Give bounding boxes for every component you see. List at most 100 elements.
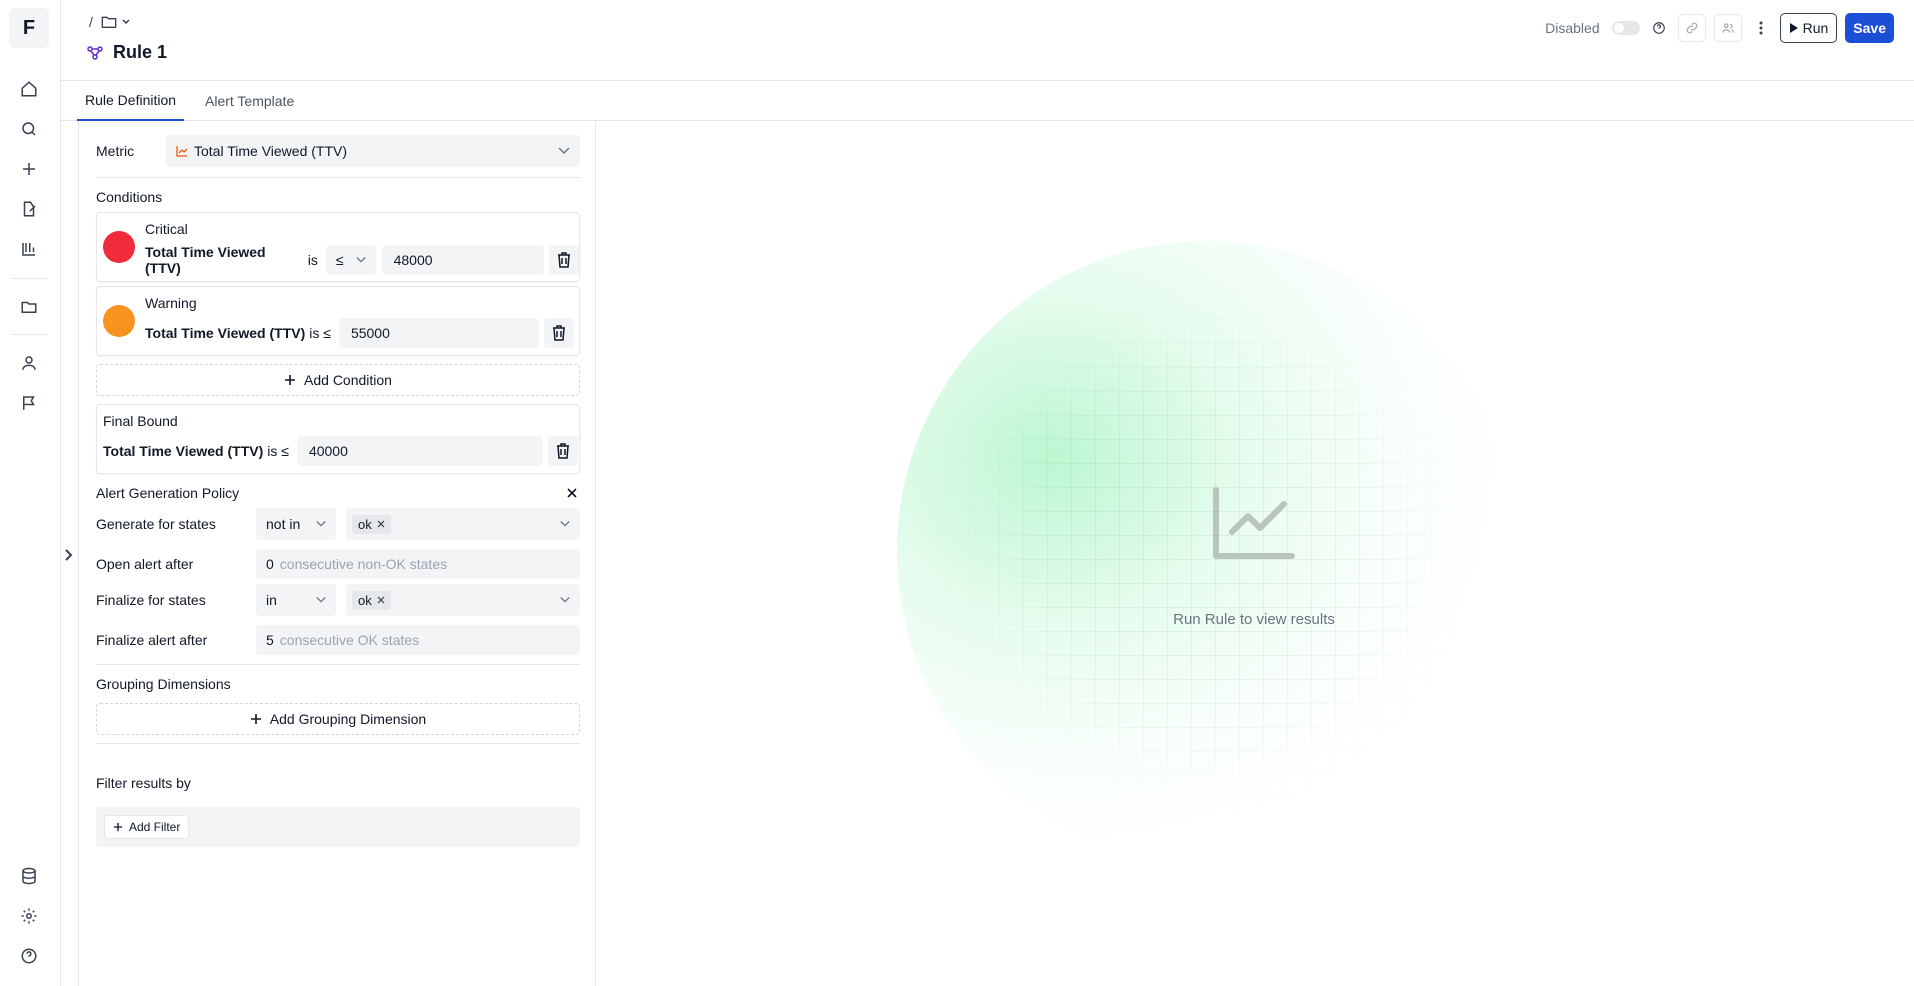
results-panel: Run Rule to view results [597,121,1914,986]
condition-card-warning: Warning Total Time Viewed (TTV) is ≤ 550… [96,286,580,356]
plus-icon [285,375,296,385]
divider [96,664,580,665]
close-icon[interactable] [566,487,578,499]
breadcrumb: / [89,14,131,30]
operator-select[interactable]: ≤ [325,245,376,275]
finalize-after-value: 5 [266,632,274,648]
chevron-down-icon [122,19,130,25]
more-vertical-icon[interactable] [1750,14,1772,42]
condition-is: is ≤ [309,325,331,341]
breadcrumb-separator: / [89,14,93,30]
trash-icon[interactable] [547,436,578,466]
app-logo[interactable]: F [9,8,49,48]
generate-states-label: Generate for states [96,516,216,532]
flag-icon[interactable] [17,391,41,415]
filter-heading: Filter results by [96,775,191,791]
warning-severity-dot [103,305,135,337]
link-icon[interactable] [1677,14,1706,42]
folder-icon[interactable] [17,295,41,319]
critical-severity-dot [103,231,135,263]
help-icon[interactable] [17,944,41,968]
save-button[interactable]: Save [1845,13,1894,43]
final-bound-input[interactable]: 40000 [296,436,543,466]
user-icon[interactable] [17,351,41,375]
trash-icon[interactable] [549,245,579,275]
finalize-states-select[interactable]: ok [346,584,580,616]
condition-metric: Total Time Viewed (TTV) [145,244,266,276]
grouping-heading: Grouping Dimensions [96,676,231,692]
tab-rule-definition[interactable]: Rule Definition [77,81,185,121]
threshold-input[interactable]: 55000 [338,318,539,348]
plus-icon[interactable] [17,157,41,181]
finalize-after-suffix: consecutive OK states [279,632,420,648]
enable-toggle[interactable] [1611,21,1640,35]
search-icon[interactable] [17,117,41,141]
tab-alert-template[interactable]: Alert Template [197,81,302,121]
run-label: Run [1802,20,1829,36]
finalize-states-row: Finalize for states in ok [96,584,580,616]
share-users-icon[interactable] [1713,14,1742,42]
final-bound-name: Final Bound [103,413,178,429]
state-chip-label: ok [358,592,372,608]
condition-is: is [307,252,318,268]
chevron-down-icon [558,147,570,155]
divider [96,177,580,178]
plus-icon [113,822,123,832]
header-actions: Disabled Run Save [1545,13,1894,43]
nav-divider [12,334,48,335]
condition-expression: Total Time Viewed (TTV) is ≤ 48000 [145,244,579,276]
database-icon[interactable] [17,864,41,888]
left-navigation: F [0,0,61,986]
page-title[interactable]: Rule 1 [113,42,167,63]
add-filter-button[interactable]: Add Filter [104,815,190,839]
open-alert-input[interactable]: 0 consecutive non-OK states [256,549,580,579]
operator-value: ≤ [335,252,344,268]
generate-states-row: Generate for states not in ok [96,508,580,540]
final-bound-card: Final Bound Total Time Viewed (TTV) is ≤… [96,404,580,474]
remove-chip-icon[interactable] [377,596,385,604]
finalize-after-label: Finalize alert after [96,632,208,648]
expand-panel-chevron-icon[interactable] [60,543,76,567]
open-alert-label: Open alert after [96,556,194,572]
generate-states-select[interactable]: ok [346,508,580,540]
folder-icon[interactable] [101,15,131,29]
title-row: Rule 1 [87,42,167,63]
chevron-down-icon [316,521,326,528]
empty-state-grid [927,271,1487,831]
finalize-operator-select[interactable]: in [256,584,336,616]
add-condition-button[interactable]: Add Condition [96,364,580,396]
condition-metric: Total Time Viewed (TTV) [145,325,306,341]
open-alert-row: Open alert after 0 consecutive non-OK st… [96,549,580,579]
empty-state-message: Run Rule to view results [1173,611,1335,628]
rule-definition-panel: Metric Total Time Viewed (TTV) Condition… [78,121,596,986]
metric-select[interactable]: Total Time Viewed (TTV) [166,135,580,167]
finalize-operator-value: in [266,592,277,608]
state-chip: ok [352,590,391,610]
finalize-after-input[interactable]: 5 consecutive OK states [256,625,580,655]
condition-metric: Total Time Viewed (TTV) [103,443,264,459]
lab-flask-icon[interactable] [17,237,41,261]
trash-icon[interactable] [543,318,574,348]
condition-name[interactable]: Critical [145,221,188,237]
metric-label: Metric [96,143,135,159]
add-grouping-label: Add Grouping Dimension [269,711,427,727]
metric-value: Total Time Viewed (TTV) [194,143,348,159]
metric-row: Metric Total Time Viewed (TTV) [96,135,580,167]
condition-expression: Total Time Viewed (TTV) is ≤ 55000 [145,318,574,348]
threshold-input[interactable]: 48000 [381,245,545,275]
condition-name[interactable]: Warning [145,295,197,311]
state-chip-label: ok [358,516,372,532]
help-circle-icon[interactable] [1648,14,1670,42]
condition-is: is ≤ [267,443,289,459]
add-grouping-dimension-button[interactable]: Add Grouping Dimension [96,703,580,735]
run-button[interactable]: Run [1779,13,1838,43]
chevron-down-icon [355,257,366,264]
chevron-down-icon [560,521,570,528]
edit-document-icon[interactable] [17,197,41,221]
state-chip: ok [352,514,391,534]
home-icon[interactable] [17,77,41,101]
remove-chip-icon[interactable] [377,520,385,528]
gear-icon[interactable] [17,904,41,928]
tab-bar: Rule Definition Alert Template [61,81,1914,121]
generate-operator-select[interactable]: not in [256,508,336,540]
